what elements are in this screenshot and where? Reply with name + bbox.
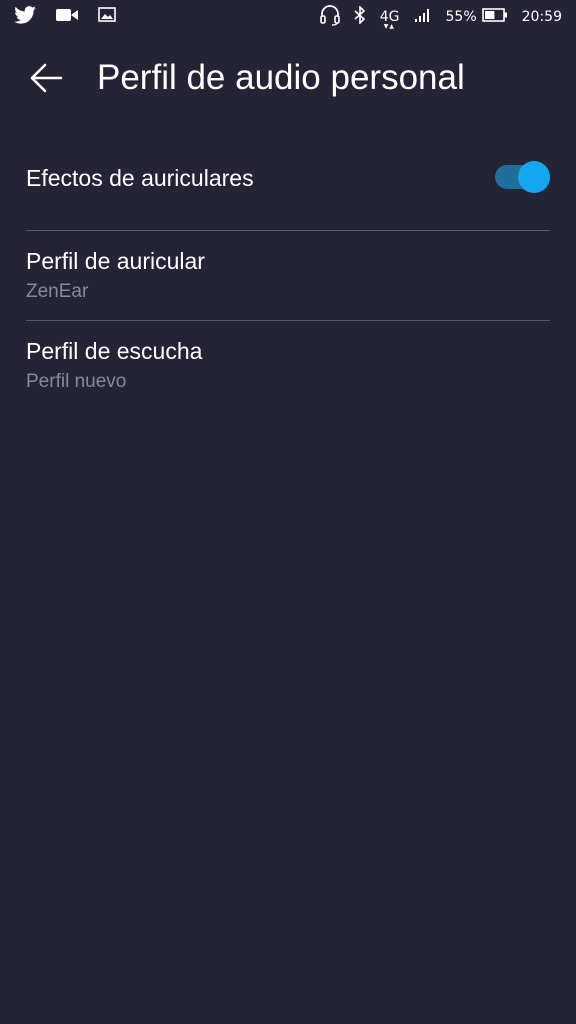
headphone-profile-value: ZenEar [26, 281, 89, 302]
headphone-effects-label: Efectos de auriculares [26, 165, 254, 191]
listening-profile-label: Perfil de escucha [26, 338, 203, 364]
headphone-effects-switch[interactable] [494, 160, 550, 194]
battery-indicator: 55% [446, 7, 508, 28]
headphone-profile-row[interactable]: Perfil de auricular ZenEar [26, 231, 550, 321]
network-indicator: 4G ▼▲ [380, 10, 400, 30]
video-camera-icon [56, 8, 78, 27]
switch-thumb [518, 161, 550, 193]
app-bar: Perfil de audio personal [0, 34, 576, 124]
headphone-effects-row[interactable]: Efectos de auriculares [26, 124, 550, 231]
system-icons: 4G ▼▲ 55% 20:59 [306, 4, 562, 31]
screen: 4G ▼▲ 55% 20:59 Perfil de audio personal… [0, 0, 576, 1024]
arrow-back-icon [30, 63, 63, 93]
listening-profile-value: Perfil nuevo [26, 371, 127, 392]
clock: 20:59 [521, 9, 562, 25]
bluetooth-icon [354, 4, 366, 29]
signal-icon [414, 7, 432, 28]
notification-icons [14, 5, 136, 29]
battery-percent: 55% [445, 9, 477, 25]
twitter-icon [14, 5, 36, 29]
headset-icon [319, 4, 340, 31]
status-bar: 4G ▼▲ 55% 20:59 [0, 0, 576, 34]
battery-icon [481, 7, 508, 28]
data-activity-icon: ▼▲ [383, 23, 395, 30]
image-icon [98, 7, 116, 27]
listening-profile-row[interactable]: Perfil de escucha Perfil nuevo [26, 321, 550, 411]
page-title: Perfil de audio personal [97, 58, 465, 97]
settings-list: Efectos de auriculares Perfil de auricul… [26, 124, 550, 411]
back-button[interactable] [22, 54, 70, 102]
headphone-profile-label: Perfil de auricular [26, 248, 205, 274]
